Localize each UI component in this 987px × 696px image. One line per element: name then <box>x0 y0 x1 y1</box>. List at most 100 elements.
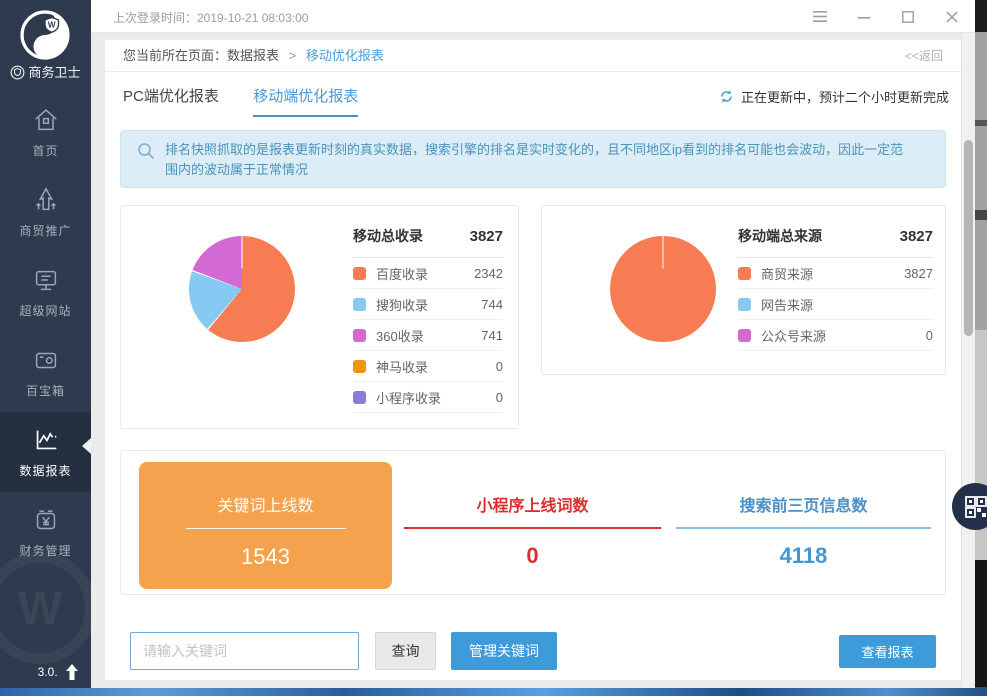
legend-rows: 百度收录2342搜狗收录744360收录741神马收录0小程序收录0 <box>353 258 503 413</box>
brand-row: 商务卫士 <box>0 62 91 81</box>
legend-swatch <box>738 298 751 311</box>
legend-swatch <box>738 329 751 342</box>
brand-name: 商务卫士 <box>28 65 80 80</box>
tab-mobile-report[interactable]: 移动端优化报表 <box>253 85 358 117</box>
legend-label: 百度收录 <box>376 264 428 283</box>
sidebar-item-website[interactable]: 超级网站 <box>0 252 91 332</box>
legend-row: 网告来源 <box>738 289 933 320</box>
legend-label: 搜狗收录 <box>376 295 428 314</box>
main-panel: 您当前所在页面：数据报表 > 移动优化报表 <<返回 PC端优化报表 移动端优化… <box>105 40 961 680</box>
stat-keywords-online: 关键词上线数 1543 <box>139 462 392 589</box>
stat-divider <box>676 527 931 529</box>
legend-mobile-index: 移动总收录 3827 百度收录2342搜狗收录744360收录741神马收录0小… <box>353 226 503 413</box>
last-login-text: 上次登录时间：2019-10-21 08:03:00 <box>113 9 308 26</box>
refresh-icon[interactable] <box>718 88 735 105</box>
sidebar-item-reports[interactable]: 数据报表 <box>0 412 91 492</box>
stat-divider <box>186 528 346 529</box>
legend-swatch <box>353 329 366 342</box>
legend-swatch <box>353 298 366 311</box>
legend-row: 公众号来源0 <box>738 320 933 351</box>
legend-header: 移动端总来源 3827 <box>738 226 933 258</box>
stat-miniprogram-words: 小程序上线词数 0 <box>404 462 661 589</box>
home-icon <box>31 105 61 135</box>
legend-label: 公众号来源 <box>761 326 826 345</box>
legend-title: 移动总收录 <box>353 226 423 246</box>
view-report-button[interactable]: 查看报表 <box>839 635 936 668</box>
legend-swatch <box>353 360 366 373</box>
sidebar-item-promotion[interactable]: 商贸推广 <box>0 172 91 252</box>
brand-badge-icon <box>10 65 25 80</box>
legend-swatch <box>738 267 751 280</box>
toolbox-icon <box>31 345 61 375</box>
manage-keywords-button[interactable]: 管理关键词 <box>451 632 557 670</box>
stat-label: 关键词上线数 <box>139 492 392 516</box>
promotion-icon <box>31 185 61 215</box>
legend-label: 网告来源 <box>761 295 813 314</box>
charts-row: 移动总收录 3827 百度收录2342搜狗收录744360收录741神马收录0小… <box>120 205 946 429</box>
window-controls <box>813 0 959 33</box>
back-link[interactable]: <<返回 <box>905 40 943 72</box>
legend-value: 0 <box>496 390 503 405</box>
card-mobile-sources: 移动端总来源 3827 商贸来源3827网告来源公众号来源0 <box>541 205 946 375</box>
website-icon <box>31 265 61 295</box>
pie-chart-mobile-index <box>189 236 295 342</box>
legend-title: 移动端总来源 <box>738 226 822 246</box>
stat-divider <box>404 527 661 529</box>
report-icon <box>31 425 61 455</box>
update-status-text: 正在更新中，预计二个小时更新完成 <box>741 90 949 105</box>
sidebar-item-label: 首页 <box>0 142 91 159</box>
legend-row: 百度收录2342 <box>353 258 503 289</box>
breadcrumb-current-link[interactable]: 移动优化报表 <box>306 48 384 63</box>
desktop-background-strip <box>975 0 987 688</box>
legend-header: 移动总收录 3827 <box>353 226 503 258</box>
update-status: 正在更新中，预计二个小时更新完成 <box>718 87 949 106</box>
legend-row: 小程序收录0 <box>353 382 503 413</box>
query-button[interactable]: 查询 <box>375 632 436 670</box>
menu-button[interactable] <box>813 10 827 24</box>
close-button[interactable] <box>945 10 959 24</box>
stat-value: 1543 <box>139 544 392 570</box>
svg-text:W: W <box>48 21 56 30</box>
tab-pc-report[interactable]: PC端优化报表 <box>123 85 219 115</box>
legend-value: 741 <box>481 328 503 343</box>
sidebar: W 商务卫士 首页 商贸推广 <box>0 0 91 688</box>
legend-label: 神马收录 <box>376 357 428 376</box>
sidebar-item-label: 超级网站 <box>0 302 91 319</box>
minimize-button[interactable] <box>857 10 871 24</box>
sidebar-item-label: 百宝箱 <box>0 382 91 399</box>
stat-label: 小程序上线词数 <box>404 492 661 516</box>
stat-value: 0 <box>404 543 661 569</box>
legend-swatch <box>353 267 366 280</box>
scrollbar-thumb[interactable] <box>964 140 973 336</box>
version-label: 3.0. <box>38 665 58 679</box>
breadcrumb: 您当前所在页面：数据报表 > 移动优化报表 <<返回 <box>105 40 961 72</box>
legend-rows: 商贸来源3827网告来源公众号来源0 <box>738 258 933 351</box>
legend-row: 搜狗收录744 <box>353 289 503 320</box>
search-row: 查询 管理关键词 查看报表 <box>130 631 936 671</box>
logo-block: W 商务卫士 <box>0 0 91 92</box>
up-arrow-icon[interactable] <box>65 664 79 680</box>
finance-icon <box>31 505 61 535</box>
maximize-button[interactable] <box>901 10 915 24</box>
keyword-input[interactable] <box>130 632 359 670</box>
legend-mobile-sources: 移动端总来源 3827 商贸来源3827网告来源公众号来源0 <box>738 226 933 351</box>
legend-total: 3827 <box>470 228 503 245</box>
pie-chart-mobile-sources <box>610 236 716 342</box>
stat-label: 搜索前三页信息数 <box>676 492 931 516</box>
sidebar-item-home[interactable]: 首页 <box>0 92 91 172</box>
content-area: 您当前所在页面：数据报表 > 移动优化报表 <<返回 PC端优化报表 移动端优化… <box>91 33 975 688</box>
maximize-icon <box>902 11 914 23</box>
scrollbar-track <box>961 33 975 688</box>
notice-banner: 排名快照抓取的是报表更新时刻的真实数据，搜索引擎的排名是实时变化的，且不同地区i… <box>120 130 946 188</box>
search-icon <box>137 142 155 160</box>
app-window: W 商务卫士 首页 商贸推广 <box>0 0 975 688</box>
breadcrumb-prefix: 您当前所在页面： <box>123 48 227 63</box>
version-row: 3.0. <box>0 664 79 680</box>
close-icon <box>946 11 958 23</box>
minimize-icon <box>858 11 870 23</box>
breadcrumb-separator: > <box>289 48 297 63</box>
sidebar-item-label: 数据报表 <box>0 462 91 479</box>
legend-swatch <box>353 391 366 404</box>
sidebar-item-toolbox[interactable]: 百宝箱 <box>0 332 91 412</box>
stat-value: 4118 <box>676 543 931 569</box>
